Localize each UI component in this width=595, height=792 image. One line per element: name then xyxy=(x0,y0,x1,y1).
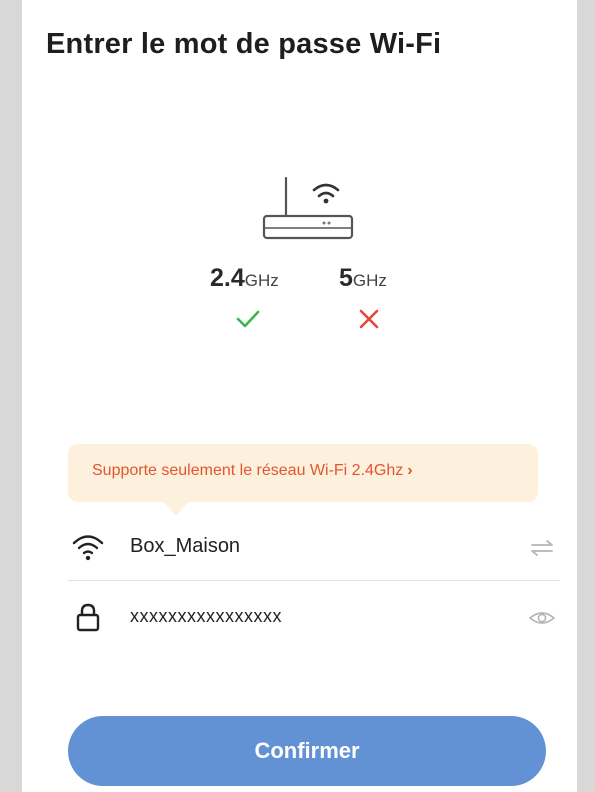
ssid-value[interactable]: Box_Maison xyxy=(130,535,240,558)
phone-screen xyxy=(22,0,577,792)
left-frame-border xyxy=(0,0,22,792)
band-5ghz-label: 5GHz xyxy=(339,264,387,292)
check-icon xyxy=(236,310,260,328)
password-field[interactable]: xxxxxxxxxxxxxxxx xyxy=(68,586,560,650)
right-frame-border xyxy=(577,0,595,792)
cross-icon xyxy=(359,309,379,329)
band-support-notice[interactable]: Supporte seulement le réseau Wi-Fi 2.4Gh… xyxy=(68,444,538,516)
chevron-right-icon: › xyxy=(407,462,413,479)
lock-icon xyxy=(76,603,100,632)
swap-icon[interactable] xyxy=(528,536,556,560)
page-title: Entrer le mot de passe Wi-Fi xyxy=(46,28,442,60)
ssid-field[interactable]: Box_Maison xyxy=(68,516,560,581)
confirm-button[interactable]: Confirmer xyxy=(68,716,546,786)
notice-pointer xyxy=(164,502,188,516)
wifi-icon xyxy=(72,535,104,561)
password-value[interactable]: xxxxxxxxxxxxxxxx xyxy=(130,606,282,627)
band-2-4ghz-label: 2.4GHz xyxy=(210,264,279,292)
eye-icon[interactable] xyxy=(528,606,556,630)
notice-text: Supporte seulement le réseau Wi-Fi 2.4Gh… xyxy=(92,462,413,479)
router-icon xyxy=(262,176,354,240)
